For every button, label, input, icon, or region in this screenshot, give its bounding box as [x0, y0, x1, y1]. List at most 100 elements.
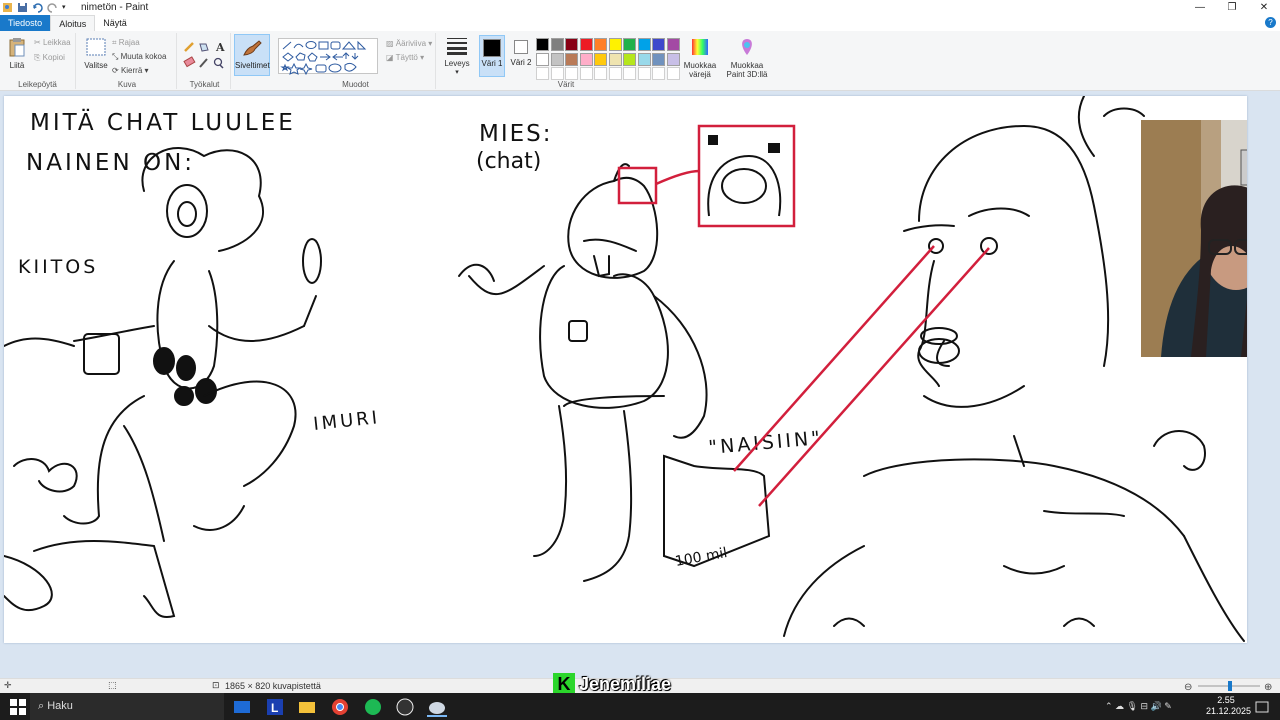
- shapes-group-label: Muodot: [342, 80, 369, 89]
- redo-icon[interactable]: [47, 2, 58, 13]
- palette-swatch[interactable]: [579, 52, 593, 66]
- chat-label: (chat): [476, 149, 541, 174]
- tools-group: A Työkalut: [179, 33, 231, 89]
- notifications-icon[interactable]: [1252, 697, 1272, 717]
- crop-button[interactable]: ⌗ Rajaa: [112, 38, 140, 48]
- tab-file[interactable]: Tiedosto: [0, 15, 51, 31]
- edit-colors-button[interactable]: Muokkaa värejä: [680, 37, 720, 79]
- brushes-button[interactable]: Siveltimet: [234, 34, 270, 76]
- taskbar-search-box[interactable]: ⌕ Haku: [30, 693, 224, 720]
- custom-color-slot[interactable]: [608, 67, 622, 80]
- selection-size-icon: ⬚: [108, 680, 117, 690]
- title-bar: ▾ nimetön - Paint — ❐ ✕: [0, 0, 1280, 15]
- color2-button[interactable]: Väri 2: [509, 35, 533, 77]
- palette-swatch[interactable]: [594, 38, 607, 51]
- taskbar: ⌕ Haku L ⌃ ☁ 🎙 ⊟ 🔊 ✎ 2.55 21.12.2025: [0, 693, 1280, 720]
- qat-dropdown-icon[interactable]: ▾: [62, 2, 73, 13]
- palette-swatch[interactable]: [623, 52, 636, 66]
- palette-swatch[interactable]: [536, 38, 549, 51]
- color2-swatch: [514, 40, 528, 54]
- resize-label: Muuta kokoa: [120, 52, 167, 61]
- tab-home[interactable]: Aloitus: [50, 15, 96, 31]
- save-icon[interactable]: [17, 2, 28, 13]
- custom-color-slot[interactable]: [666, 67, 680, 80]
- palette-swatch[interactable]: [565, 52, 578, 66]
- custom-color-slot[interactable]: [652, 67, 665, 80]
- undo-icon[interactable]: [32, 2, 43, 13]
- palette-swatch[interactable]: [550, 52, 564, 66]
- palette-swatch[interactable]: [536, 52, 549, 66]
- taskbar-clock[interactable]: 2.55 21.12.2025: [1206, 695, 1252, 717]
- palette-swatch[interactable]: [608, 38, 622, 51]
- custom-color-slot[interactable]: [637, 67, 651, 80]
- drawing-canvas[interactable]: MITÄ CHAT LUULEE NAINEN ON: KIITOS IMURI…: [4, 96, 1247, 643]
- custom-color-slot[interactable]: [536, 67, 549, 80]
- maximize-button[interactable]: ❐: [1216, 0, 1248, 15]
- fill-shape-label: Täyttö: [395, 53, 418, 62]
- palette-swatch[interactable]: [637, 38, 651, 51]
- size-button[interactable]: Leveys ▾: [441, 35, 473, 76]
- color-picker-icon[interactable]: [199, 58, 208, 68]
- eraser-icon[interactable]: [183, 56, 196, 68]
- palette-swatch[interactable]: [565, 38, 578, 51]
- palette-swatch[interactable]: [594, 52, 607, 66]
- palette-swatch[interactable]: [550, 38, 564, 51]
- image-dimensions: 1865 × 820 kuvapistettä: [225, 681, 321, 691]
- pencil-icon[interactable]: [184, 42, 194, 52]
- palette-swatch[interactable]: [666, 38, 680, 51]
- palette-swatch[interactable]: [652, 38, 665, 51]
- tab-view[interactable]: Näytä: [95, 15, 135, 31]
- custom-color-slot[interactable]: [579, 67, 593, 80]
- palette-swatch[interactable]: [637, 52, 651, 66]
- custom-color-slot[interactable]: [623, 67, 636, 80]
- spotify-icon[interactable]: [363, 697, 383, 717]
- select-button[interactable]: Valitse: [82, 37, 110, 70]
- paste-button[interactable]: Liitä: [4, 37, 30, 70]
- imuri-label: IMURI: [312, 407, 381, 435]
- custom-color-slot[interactable]: [594, 67, 607, 80]
- paint3d-button[interactable]: Muokkaa Paint 3D:llä: [724, 37, 770, 79]
- cut-button[interactable]: ✂ Leikkaa: [34, 38, 71, 47]
- custom-color-slot[interactable]: [565, 67, 578, 80]
- palette-swatch[interactable]: [666, 52, 680, 66]
- magnifier-icon[interactable]: [213, 57, 224, 69]
- text-icon[interactable]: A: [215, 41, 225, 54]
- canvas-area: MITÄ CHAT LUULEE NAINEN ON: KIITOS IMURI…: [0, 91, 1280, 678]
- custom-color-slot[interactable]: [550, 67, 564, 80]
- fill-icon[interactable]: [199, 43, 209, 52]
- copy-button[interactable]: ⎘ Kopioi: [34, 53, 65, 63]
- clock-date: 21.12.2025: [1206, 706, 1252, 716]
- l-app-icon[interactable]: L: [265, 697, 285, 717]
- resize-button[interactable]: ⤡ Muuta kokoa: [112, 52, 166, 62]
- zoom-slider[interactable]: ⊖ ⊕: [1184, 681, 1274, 693]
- palette-swatch[interactable]: [579, 38, 593, 51]
- fill-button[interactable]: ◪ Täyttö ▾: [386, 53, 424, 62]
- file-explorer-icon[interactable]: [297, 697, 317, 717]
- close-button[interactable]: ✕: [1248, 0, 1280, 15]
- select-label: Valitse: [84, 61, 108, 70]
- edit-colors-label: Muokkaa värejä: [683, 61, 717, 79]
- size-label: Leveys: [444, 59, 470, 68]
- brush-icon: [241, 38, 263, 61]
- outline-button[interactable]: ▨ Ääriviiva ▾: [386, 39, 432, 48]
- palette-swatch[interactable]: [652, 52, 665, 66]
- palette-swatch[interactable]: [608, 52, 622, 66]
- tools-group-label: Työkalut: [189, 80, 220, 89]
- crop-label: Rajaa: [118, 38, 140, 47]
- windows-start-icon[interactable]: [8, 697, 28, 717]
- palette-swatch[interactable]: [623, 38, 636, 51]
- shapes-gallery[interactable]: [278, 38, 378, 76]
- obs-icon[interactable]: [395, 697, 415, 717]
- kick-logo: K: [553, 673, 575, 695]
- help-icon[interactable]: ?: [1265, 17, 1276, 28]
- rotate-button[interactable]: ⟳ Kierrä ▾: [112, 66, 149, 75]
- ribbon: Liitä ✂ Leikkaa ⎘ Kopioi Leikepöytä Vali…: [0, 31, 1280, 91]
- color1-button[interactable]: Väri 1: [479, 35, 505, 77]
- minimize-button[interactable]: —: [1184, 0, 1216, 15]
- system-tray[interactable]: ⌃ ☁ 🎙 ⊟ 🔊 ✎: [1105, 701, 1172, 712]
- chrome-icon[interactable]: [330, 697, 350, 717]
- paint-taskbar-icon[interactable]: [427, 697, 447, 717]
- svg-text:A: A: [215, 41, 225, 54]
- mail-app-icon[interactable]: [232, 697, 252, 717]
- cut-label: Leikkaa: [42, 38, 71, 47]
